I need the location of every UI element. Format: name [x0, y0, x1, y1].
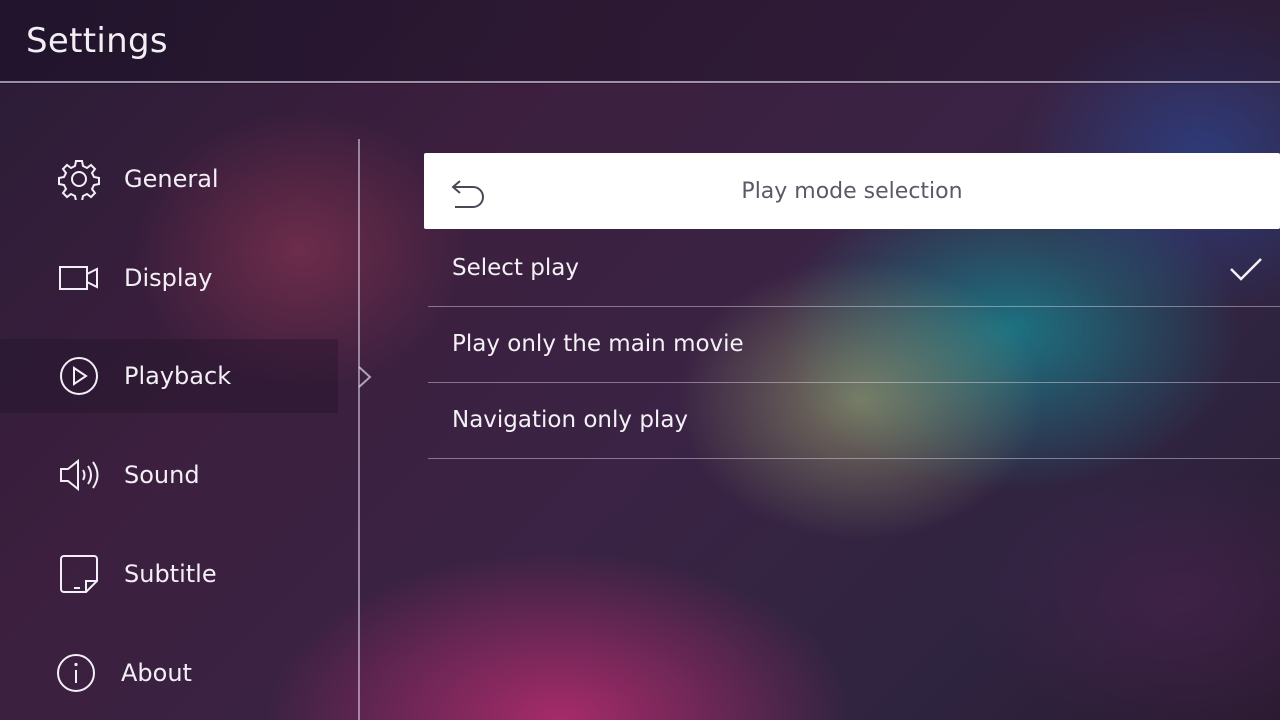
play-circle-icon: [58, 355, 100, 397]
gear-icon: [58, 158, 100, 200]
sidebar-divider: [358, 139, 360, 720]
sidebar-item-label: General: [124, 165, 219, 193]
sidebar-item-label: About: [121, 659, 192, 687]
back-arrow-icon[interactable]: [450, 175, 486, 209]
sidebar-item-label: Subtitle: [124, 560, 217, 588]
panel-title: Play mode selection: [741, 179, 963, 204]
sidebar-item-playback[interactable]: Playback: [0, 339, 338, 413]
option-play-main-movie[interactable]: Play only the main movie: [428, 306, 1280, 383]
checkmark-icon: [1230, 258, 1262, 281]
panel-header: Play mode selection: [424, 153, 1280, 229]
sidebar-item-general[interactable]: General: [0, 142, 338, 216]
option-navigation-only-play[interactable]: Navigation only play: [428, 382, 1280, 459]
option-label: Select play: [452, 255, 579, 281]
settings-sidebar: General Display Playback Sound Subtitle …: [0, 130, 358, 720]
option-label: Navigation only play: [452, 407, 689, 433]
sidebar-item-subtitle[interactable]: Subtitle: [0, 537, 338, 611]
display-icon: [58, 257, 100, 299]
active-pointer-icon: [358, 366, 372, 388]
header-divider: [0, 81, 1280, 83]
header-band: [0, 0, 1280, 84]
sidebar-item-label: Playback: [124, 362, 232, 390]
option-select-play[interactable]: Select play: [428, 230, 1280, 307]
sidebar-item-about[interactable]: About: [0, 636, 338, 710]
sidebar-item-label: Display: [124, 264, 213, 292]
sidebar-item-sound[interactable]: Sound: [0, 438, 338, 512]
page-title: Settings: [26, 21, 168, 61]
info-icon: [55, 652, 97, 694]
speaker-icon: [58, 454, 100, 496]
sidebar-item-label: Sound: [124, 461, 200, 489]
sidebar-item-display[interactable]: Display: [0, 241, 338, 315]
subtitle-icon: [58, 553, 100, 595]
option-label: Play only the main movie: [452, 331, 744, 357]
